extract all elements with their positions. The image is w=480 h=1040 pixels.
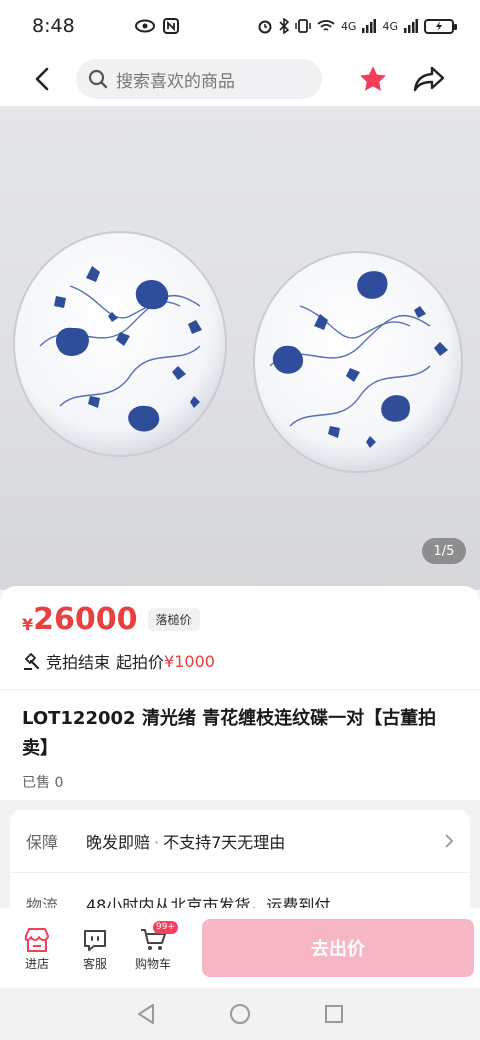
favorite-button[interactable] [356, 62, 390, 96]
auction-status: 竞拍结束 [46, 653, 111, 672]
share-icon [413, 66, 445, 92]
chat-icon [80, 925, 110, 955]
status-right: 4G 4G [257, 18, 457, 34]
gavel-icon [24, 653, 40, 670]
sold-count: 已售 0 [22, 775, 64, 791]
guarantee-separator: · [154, 833, 160, 852]
bid-button[interactable]: 去出价 [202, 919, 474, 977]
wifi-icon [317, 20, 335, 31]
alarm-icon [258, 20, 272, 34]
chevron-left-icon [35, 67, 49, 91]
cart-button[interactable]: 99+ 购物车 [124, 920, 182, 972]
system-navigation-bar [0, 988, 480, 1040]
cart-icon: 99+ [138, 920, 178, 955]
store-label: 进店 [24, 956, 49, 971]
star-icon [360, 66, 386, 91]
share-button[interactable] [412, 62, 446, 96]
eye-icon [134, 19, 155, 33]
vibrate-icon [295, 19, 311, 33]
header-bar: 搜索喜欢的商品 [0, 52, 480, 106]
service-card: 保障 晚发即赔 · 不支持7天无理由 物流 48小时内从北京市发货，运费到付 [10, 810, 470, 920]
price-value: 26000 [33, 602, 138, 637]
nfc-icon [162, 18, 179, 34]
battery-icon [424, 18, 457, 34]
price-row: ¥ 26000 落槌价 [22, 602, 458, 637]
back-button[interactable] [22, 59, 62, 99]
product-image-gallery[interactable]: 1/5 [0, 106, 480, 590]
service-label: 客服 [82, 956, 107, 971]
customer-service-button[interactable]: 客服 [66, 925, 124, 972]
nav-home-icon[interactable] [229, 1003, 251, 1025]
status-time: 8:48 [32, 15, 75, 37]
nav-back-icon[interactable] [136, 1003, 156, 1025]
search-placeholder: 搜索喜欢的商品 [116, 71, 235, 92]
start-price-label: 起拍价 [116, 653, 165, 672]
guarantee-label: 保障 [26, 833, 59, 852]
left-dish [13, 231, 227, 457]
page-indicator: 1/5 [422, 538, 466, 564]
divider [0, 689, 480, 690]
right-dish [253, 251, 463, 473]
nav-recents-icon[interactable] [324, 1004, 344, 1024]
start-price-value: ¥1000 [164, 651, 215, 671]
store-button[interactable]: 进店 [8, 925, 66, 972]
cart-badge: 99+ [153, 920, 178, 934]
guarantee-row[interactable]: 保障 晚发即赔 · 不支持7天无理由 [10, 810, 470, 872]
bottom-action-bar: 进店 客服 99+ 购物车 去出价 [0, 908, 480, 988]
product-title: LOT122002 清光绪 青花缠枝连纹碟一对【古董拍卖】 [22, 708, 437, 759]
cart-label: 购物车 [134, 956, 171, 971]
store-icon [22, 925, 52, 955]
status-left-icons [134, 18, 179, 34]
signal-icon-2 [404, 19, 418, 33]
signal-icon [362, 19, 377, 33]
guarantee-value: 晚发即赔 · 不支持7天无理由 [86, 829, 444, 853]
status-bar: 8:48 4G 4G [0, 0, 480, 52]
guarantee-item-2: 不支持7天无理由 [163, 833, 286, 852]
bluetooth-icon [279, 18, 289, 34]
price-currency: ¥ [22, 615, 34, 634]
search-icon [88, 69, 108, 89]
network-1-label: 4G [340, 19, 357, 33]
product-info-card: ¥ 26000 落槌价 竞拍结束 起拍价 ¥1000 LOT122002 清光绪… [0, 586, 480, 800]
product-image [13, 231, 463, 473]
network-2-label: 4G [382, 19, 398, 33]
search-input[interactable]: 搜索喜欢的商品 [76, 59, 322, 99]
chevron-right-icon [445, 834, 454, 848]
price-tag-badge: 落槌价 [147, 608, 200, 631]
auction-status-row: 竞拍结束 起拍价 ¥1000 [22, 649, 458, 673]
guarantee-item-1: 晚发即赔 [86, 833, 151, 852]
